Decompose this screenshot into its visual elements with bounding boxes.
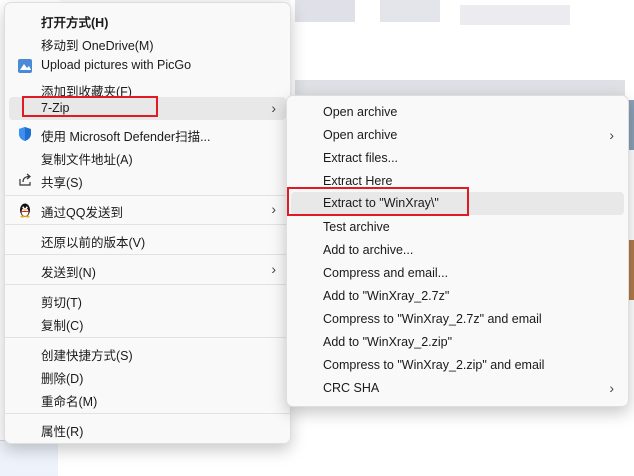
menu-item-label: 复制(C) xyxy=(41,319,84,333)
menu-item-share[interactable]: 共享(S) xyxy=(9,168,286,191)
menu-item-label: 移动到 OneDrive(M) xyxy=(41,39,154,53)
menu-separator xyxy=(5,413,290,414)
chevron-right-icon: › xyxy=(609,380,614,396)
menu-item-restore-previous-versions[interactable]: 还原以前的版本(V) xyxy=(9,228,286,251)
menu-item-label: 通过QQ发送到 xyxy=(41,206,123,220)
menu-separator xyxy=(5,224,290,225)
submenu-item-extract-files[interactable]: Extract files... xyxy=(291,147,624,170)
menu-item-label: 创建快捷方式(S) xyxy=(41,349,133,363)
menu-item-delete[interactable]: 删除(D) xyxy=(9,364,286,387)
chevron-right-icon: › xyxy=(271,261,276,277)
picgo-icon xyxy=(18,59,32,73)
highlight-box xyxy=(22,96,158,117)
submenu-item-compress-and-email[interactable]: Compress and email... xyxy=(291,262,624,285)
menu-item-move-to-onedrive[interactable]: 移动到 OneDrive(M) xyxy=(9,31,286,54)
submenu-item-compress-7z-email[interactable]: Compress to "WinXray_2.7z" and email xyxy=(291,308,624,331)
menu-item-label: 打开方式(H) xyxy=(41,16,109,30)
menu-item-properties[interactable]: 属性(R) xyxy=(9,417,286,440)
menu-item-label: Open archive xyxy=(323,105,398,119)
submenu-item-open-archive[interactable]: Open archive xyxy=(291,101,624,124)
qq-penguin-icon xyxy=(20,203,30,218)
chevron-right-icon: › xyxy=(271,201,276,217)
menu-item-label: 删除(D) xyxy=(41,372,84,386)
menu-item-send-to[interactable]: 发送到(N) › xyxy=(9,258,286,281)
menu-item-label: CRC SHA xyxy=(323,381,380,395)
menu-item-label: 使用 Microsoft Defender扫描... xyxy=(41,130,211,144)
menu-item-upload-picgo[interactable]: Upload pictures with PicGo xyxy=(9,54,286,77)
menu-item-send-via-qq[interactable]: 通过QQ发送到 › xyxy=(9,198,286,221)
defender-shield-icon xyxy=(19,127,31,141)
menu-separator xyxy=(5,254,290,255)
menu-item-open-with[interactable]: 打开方式(H) xyxy=(9,8,286,31)
menu-item-label: 共享(S) xyxy=(41,176,83,190)
submenu-item-add-to-archive[interactable]: Add to archive... xyxy=(291,239,624,262)
submenu-item-test-archive[interactable]: Test archive xyxy=(291,216,624,239)
menu-item-label: 还原以前的版本(V) xyxy=(41,236,146,250)
menu-item-label: Add to "WinXray_2.7z" xyxy=(323,289,450,303)
menu-item-copy[interactable]: 复制(C) xyxy=(9,311,286,334)
menu-item-label: Upload pictures with PicGo xyxy=(41,58,192,72)
menu-item-label: Compress and email... xyxy=(323,266,449,280)
menu-item-label: Compress to "WinXray_2.7z" and email xyxy=(323,312,542,326)
submenu-item-open-archive-more[interactable]: Open archive › xyxy=(291,124,624,147)
context-menu: 打开方式(H) 移动到 OneDrive(M) Upload pictures … xyxy=(4,2,291,444)
submenu-item-add-to-zip[interactable]: Add to "WinXray_2.zip" xyxy=(291,331,624,354)
chevron-right-icon: › xyxy=(609,127,614,143)
menu-item-label: 发送到(N) xyxy=(41,266,96,280)
menu-item-label: 剪切(T) xyxy=(41,296,82,310)
menu-item-label: Extract Here xyxy=(323,174,393,188)
menu-item-label: 复制文件地址(A) xyxy=(41,153,133,167)
submenu-item-add-to-7z[interactable]: Add to "WinXray_2.7z" xyxy=(291,285,624,308)
menu-item-create-shortcut[interactable]: 创建快捷方式(S) xyxy=(9,341,286,364)
taskbar-strip xyxy=(0,440,58,476)
menu-item-cut[interactable]: 剪切(T) xyxy=(9,288,286,311)
submenu-item-compress-zip-email[interactable]: Compress to "WinXray_2.zip" and email xyxy=(291,354,624,377)
menu-item-label: Extract files... xyxy=(323,151,399,165)
menu-separator xyxy=(5,195,290,196)
menu-separator xyxy=(5,337,290,338)
highlight-box xyxy=(287,187,469,216)
menu-item-label: Add to archive... xyxy=(323,243,414,257)
share-icon xyxy=(19,173,31,186)
menu-item-defender-scan[interactable]: 使用 Microsoft Defender扫描... xyxy=(9,122,286,145)
menu-item-rename[interactable]: 重命名(M) xyxy=(9,387,286,410)
submenu-item-crc-sha[interactable]: CRC SHA › xyxy=(291,377,624,400)
menu-item-label: 属性(R) xyxy=(41,425,84,439)
menu-item-label: Test archive xyxy=(323,220,390,234)
7zip-submenu: Open archive Open archive › Extract file… xyxy=(286,95,629,407)
menu-item-label: Compress to "WinXray_2.zip" and email xyxy=(323,358,545,372)
menu-item-label: Open archive xyxy=(323,128,398,142)
menu-item-label: 重命名(M) xyxy=(41,395,98,409)
menu-item-copy-path[interactable]: 复制文件地址(A) xyxy=(9,145,286,168)
menu-separator xyxy=(5,284,290,285)
chevron-right-icon: › xyxy=(271,100,276,116)
menu-item-label: Add to "WinXray_2.zip" xyxy=(323,335,453,349)
